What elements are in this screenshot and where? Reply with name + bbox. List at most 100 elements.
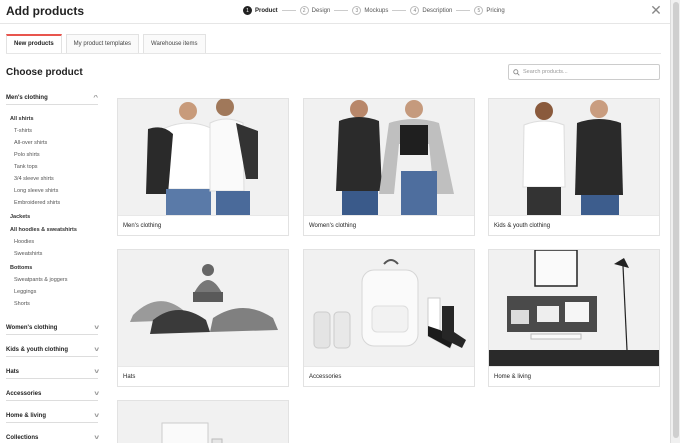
subcategory-item[interactable]: Tank tops	[14, 161, 98, 173]
product-image	[304, 99, 474, 215]
category-sidebar: Men's clothing ^ All shirts T-shirts All…	[6, 91, 99, 443]
product-image	[489, 250, 659, 366]
product-label: Accessories	[304, 366, 474, 386]
subcategory-item[interactable]: Hoodies	[14, 236, 98, 248]
category-label: Accessories	[6, 390, 42, 397]
page-title: Choose product	[6, 67, 83, 78]
subcategory-item[interactable]: 3/4 sleeve shirts	[14, 173, 98, 185]
scrollbar-thumb[interactable]	[673, 2, 679, 438]
search-box[interactable]	[508, 64, 660, 80]
product-label: Hats	[118, 366, 288, 386]
category-label: Home & living	[6, 412, 47, 419]
step-connector	[334, 10, 349, 11]
category-womens-clothing[interactable]: Women's clothing v	[6, 321, 99, 335]
step-pricing[interactable]: 5 Pricing	[474, 6, 505, 15]
step-label: Product	[255, 7, 278, 14]
step-number: 1	[243, 6, 252, 15]
product-card-hats[interactable]: Hats	[117, 249, 289, 387]
product-card-home-living[interactable]: Home & living	[488, 249, 660, 387]
subcategory-item[interactable]: Sweatpants & joggers	[14, 274, 98, 286]
step-progress: 1 Product 2 Design 3 Mockups 4 Descripti…	[243, 6, 505, 15]
subcategory-item[interactable]: Shorts	[14, 298, 98, 310]
subcategory-jackets[interactable]: Jackets	[10, 212, 98, 222]
home-living-photo	[489, 250, 659, 366]
kids-clothing-photo	[489, 99, 659, 215]
category-home-living[interactable]: Home & living v	[6, 409, 99, 423]
tabs-divider	[6, 53, 661, 54]
chevron-down-icon: v	[93, 324, 99, 331]
category-collections[interactable]: Collections v	[6, 431, 99, 443]
product-label: Kids & youth clothing	[489, 215, 659, 235]
product-image	[489, 99, 659, 215]
step-label: Pricing	[486, 7, 505, 14]
category-label: Kids & youth clothing	[6, 346, 68, 353]
product-card-womens-clothing[interactable]: Women's clothing	[303, 98, 475, 236]
search-input[interactable]	[523, 69, 653, 75]
subcategory-item[interactable]: Polo shirts	[14, 149, 98, 161]
chevron-down-icon: v	[93, 390, 99, 397]
step-product[interactable]: 1 Product	[243, 6, 278, 15]
product-image	[304, 250, 474, 366]
step-connector	[392, 10, 407, 11]
tab-new-products[interactable]: New products	[6, 34, 62, 53]
subcategory-bottoms[interactable]: Bottoms	[10, 263, 98, 273]
modal-title: Add products	[6, 4, 84, 18]
step-connector	[456, 10, 471, 11]
subcategory-item[interactable]: Leggings	[14, 286, 98, 298]
step-label: Mockups	[364, 7, 389, 14]
chevron-down-icon: v	[93, 412, 99, 419]
mens-clothing-photo	[118, 99, 288, 215]
product-image	[118, 99, 288, 215]
step-number: 2	[299, 6, 309, 15]
subcategory-item[interactable]: Embroidered shirts	[14, 197, 98, 209]
category-label: Collections	[6, 434, 39, 441]
product-tabs: New products My product templates Wareho…	[6, 34, 210, 53]
subcategory-item[interactable]: Sweatshirts	[14, 248, 98, 260]
hats-photo	[118, 250, 288, 366]
category-mens-clothing[interactable]: Men's clothing ^	[6, 91, 99, 105]
step-mockups[interactable]: 3 Mockups	[352, 6, 388, 15]
header-bar: Add products 1 Product 2 Design 3 Mockup…	[0, 0, 670, 24]
product-card-kids-youth-clothing[interactable]: Kids & youth clothing	[488, 98, 660, 236]
step-description[interactable]: 4 Description	[410, 6, 452, 15]
tab-my-product-templates[interactable]: My product templates	[65, 34, 140, 53]
step-label: Design	[311, 7, 331, 14]
step-design[interactable]: 2 Design	[299, 6, 331, 15]
step-connector	[281, 10, 296, 11]
step-label: Description	[422, 7, 453, 14]
category-hats[interactable]: Hats v	[6, 365, 99, 379]
category-label: Women's clothing	[6, 324, 58, 331]
chevron-down-icon: v	[93, 368, 99, 375]
vertical-scrollbar[interactable]	[670, 0, 680, 443]
subcategory-item[interactable]: T-shirts	[14, 125, 98, 137]
product-label: Men's clothing	[118, 215, 288, 235]
search-icon	[513, 68, 520, 76]
product-card-accessories[interactable]: Accessories	[303, 249, 475, 387]
womens-clothing-photo	[304, 99, 474, 215]
chevron-up-icon: ^	[93, 94, 99, 101]
close-icon[interactable]: ✕	[649, 3, 663, 17]
subcategory-all-shirts[interactable]: All shirts	[10, 114, 98, 124]
chevron-down-icon: v	[93, 434, 99, 441]
product-label: Home & living	[489, 366, 659, 386]
category-accessories[interactable]: Accessories v	[6, 387, 99, 401]
step-number: 3	[352, 6, 362, 15]
category-label: Hats	[6, 368, 20, 375]
subcategory-item[interactable]: All-over shirts	[14, 137, 98, 149]
subcategory-hoodies-sweatshirts[interactable]: All hoodies & sweatshirts	[10, 225, 98, 235]
accessories-photo	[304, 250, 474, 366]
mens-subcategories: All shirts T-shirts All-over shirts Polo…	[6, 105, 98, 313]
category-kids-youth-clothing[interactable]: Kids & youth clothing v	[6, 343, 99, 357]
product-image	[118, 401, 288, 443]
product-card-partial[interactable]	[117, 400, 289, 443]
step-number: 4	[410, 6, 420, 15]
subcategory-item[interactable]: Long sleeve shirts	[14, 185, 98, 197]
product-label: Women's clothing	[304, 215, 474, 235]
tab-warehouse-items[interactable]: Warehouse items	[143, 34, 206, 53]
collections-photo	[118, 401, 288, 443]
product-image	[118, 250, 288, 366]
step-number: 5	[474, 6, 484, 15]
product-card-mens-clothing[interactable]: Men's clothing	[117, 98, 289, 236]
category-label: Men's clothing	[6, 94, 48, 101]
chevron-down-icon: v	[93, 346, 99, 353]
